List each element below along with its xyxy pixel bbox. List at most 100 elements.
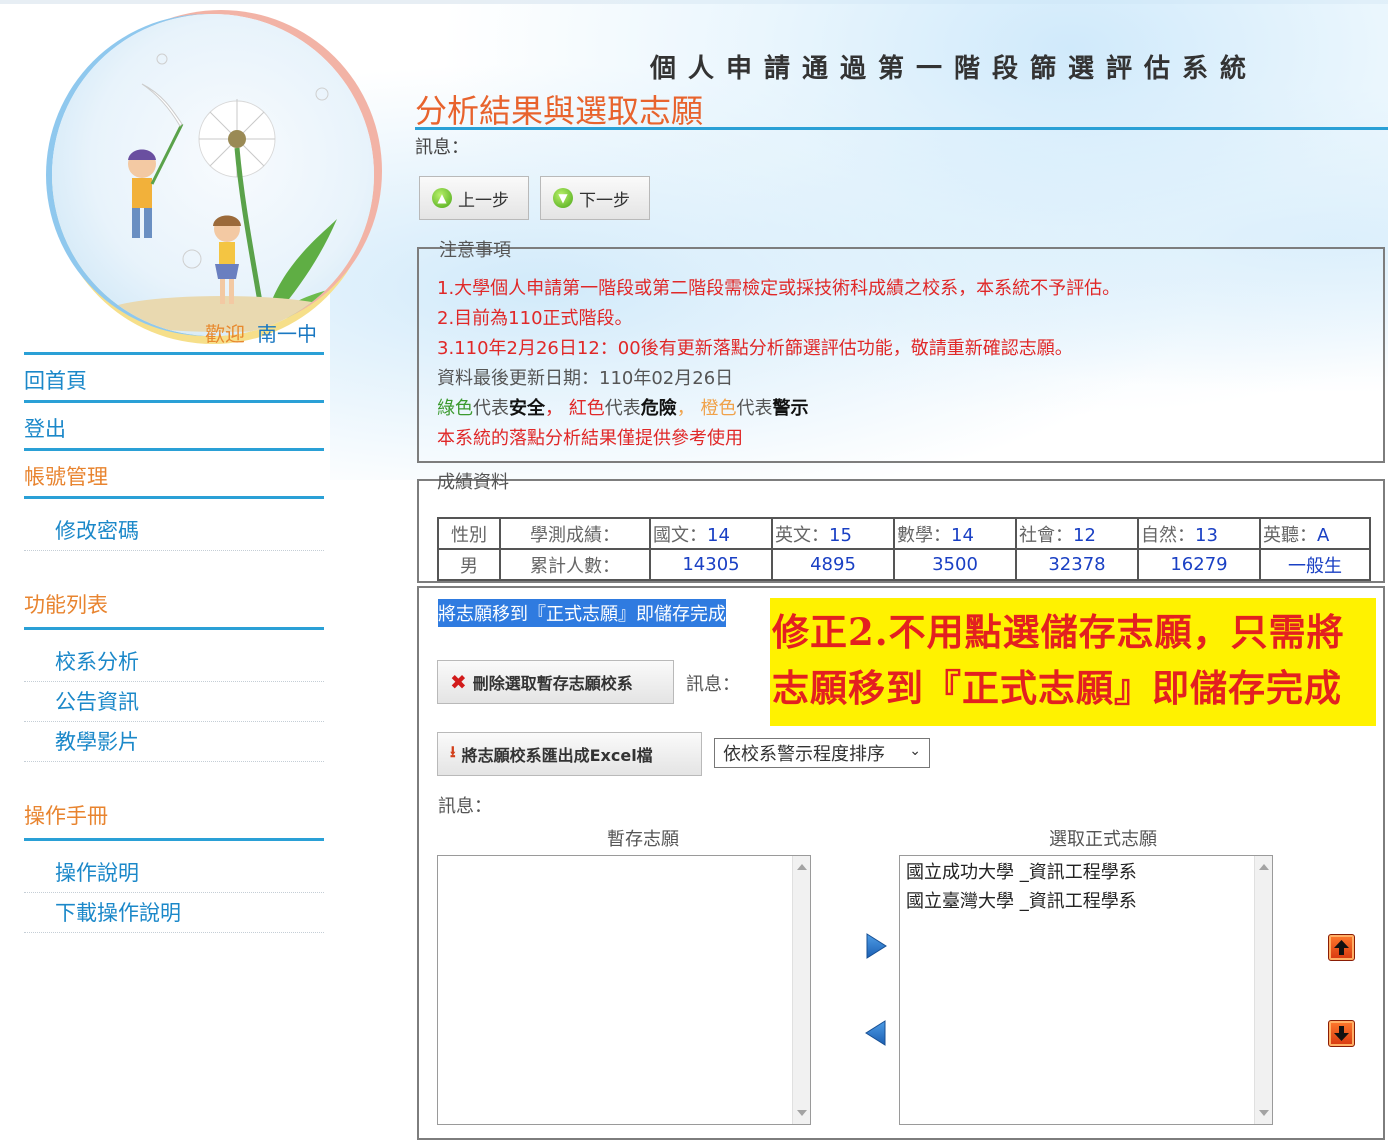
gender-value: 男 [437,548,501,581]
score-table: 性別 學測成績： 國文：14 英文：15 數學：14 社會：12 自然：13 英… [437,517,1371,581]
legend-sep: ， [676,398,695,419]
final-wish-listbox[interactable]: 國立成功大學 _資訊工程學系 國立臺灣大學 _資訊工程學系 [899,855,1273,1125]
social-label: 社會： [1019,524,1073,546]
math-label: 數學： [897,524,951,546]
legend-green: 綠色 [437,398,473,419]
selected-hint-text: 將志願移到『正式志願』即儲存完成 [438,599,726,627]
list-item[interactable]: 國立臺灣大學 _資訊工程學系 [900,887,1272,916]
social-cumulative: 32378 [1015,548,1139,581]
nav-instructions[interactable]: 操作說明 [24,853,324,893]
nav-logout[interactable]: 登出 [24,400,324,448]
scores-panel: 成績資料 性別 學測成績： 國文：14 英文：15 數學：14 社會：12 自然… [417,472,1385,583]
english-cumulative: 4895 [771,548,895,581]
science-score-cell: 自然：13 [1137,517,1261,550]
table-row: 男 累計人數： 14305 4895 3500 32378 16279 一般生 [437,548,1371,581]
nav-announcements[interactable]: 公告資訊 [24,682,324,722]
system-title: 個人申請通過第一階段篩選評估系統 [650,54,1259,84]
temp-wish-listbox[interactable] [437,855,811,1125]
scores-legend: 成績資料 [437,472,509,493]
note-line-3: 3.110年2月26日12：00後有更新落點分析篩選評估功能，敬請重新確認志願。 [437,338,1073,359]
social-score: 12 [1073,524,1096,546]
note-line-1: 1.大學個人申請第一階段或第二階段需檢定或採技術科成績之校系，本系統不予評估。 [437,278,1121,299]
prev-step-label: 上一步 [458,190,509,211]
nav-videos[interactable]: 教學影片 [24,722,324,762]
scrollbar[interactable] [1254,856,1272,1124]
temp-list-label: 暫存志願 [607,829,679,850]
list-item[interactable]: 國立成功大學 _資訊工程學系 [900,858,1272,887]
delete-x-icon: ✖ [450,670,467,694]
listening-score-cell: 英聽：A [1259,517,1371,550]
welcome-prefix: 歡迎 [205,322,245,346]
note-line-2: 2.目前為110正式階段。 [437,308,633,329]
scroll-down-icon[interactable] [1259,1110,1269,1116]
listening-score: A [1317,524,1330,546]
nav-manual-header: 操作手冊 [24,804,108,828]
download-icon: ⭳ [450,741,456,761]
message-label: 訊息： [415,137,469,158]
math-score-cell: 數學：14 [893,517,1017,550]
nav-gap [24,762,324,790]
math-cumulative: 3500 [893,548,1017,581]
scroll-up-icon[interactable] [797,864,807,870]
title-divider [415,127,1388,130]
page-title: 分析結果與選取志願 [415,92,704,130]
legend-sep: ， [545,398,563,419]
english-score-cell: 英文：15 [771,517,895,550]
table-row: 性別 學測成績： 國文：14 英文：15 數學：14 社會：12 自然：13 英… [437,517,1371,550]
legend-red: 紅色 [568,398,605,419]
science-cumulative: 16279 [1137,548,1261,581]
cumulative-label: 累計人數： [499,548,651,581]
arrow-up-icon [1334,940,1349,955]
note-disclaimer: 本系統的落點分析結果僅提供參考使用 [437,428,743,449]
math-score: 14 [951,524,974,546]
prev-step-button[interactable]: ▲ 上一步 [419,176,529,220]
listening-label: 英聽： [1263,524,1317,546]
notice-line-2: 志願移到『正式志願』即儲存完成 [772,666,1342,710]
social-score-cell: 社會：12 [1015,517,1139,550]
english-score: 15 [829,524,852,546]
notes-panel: 注意事項 1.大學個人申請第一階段或第二階段需檢定或採技術科成績之校系，本系統不… [417,240,1385,463]
chinese-cumulative: 14305 [649,548,773,581]
chevron-down-icon: ⌄ [909,743,921,759]
move-right-icon[interactable] [864,932,888,960]
next-step-button[interactable]: ▼ 下一步 [540,176,650,220]
scrollbar[interactable] [792,856,810,1124]
legend-orange-word: 警示 [772,398,809,419]
legend-orange: 橙色 [700,398,737,419]
sort-order-value: 依校系警示程度排序 [723,744,885,765]
next-step-label: 下一步 [579,190,630,211]
exam-label: 學測成績： [499,517,651,550]
scroll-down-icon[interactable] [797,1110,807,1116]
export-button-label: 將志願校系匯出成Excel檔 [461,746,653,765]
nav-divider [24,627,324,642]
note-color-legend: 綠色代表安全， 紅色代表危險， 橙色代表警示 [437,394,808,420]
nav-account-header: 帳號管理 [24,448,324,496]
nav-change-password[interactable]: 修改密碼 [24,511,324,551]
move-up-button[interactable] [1328,934,1355,961]
export-excel-button[interactable]: ⭳ 將志願校系匯出成Excel檔 [437,732,702,776]
nav-dept-analysis[interactable]: 校系分析 [24,642,324,682]
chinese-score: 14 [707,524,730,546]
delete-temp-wish-button[interactable]: ✖ 刪除選取暫存志願校系 [437,660,674,704]
scroll-up-icon[interactable] [1259,864,1269,870]
english-label: 英文： [775,524,829,546]
nav-gap [24,551,324,579]
correction-notice: 修正2.不用點選儲存志願，只需將 志願移到『正式志願』即儲存完成 [770,598,1376,726]
move-down-button[interactable] [1328,1020,1355,1047]
gender-label: 性別 [437,517,501,550]
legend-green-txt: 代表 [473,398,509,419]
logo-illustration [52,14,374,336]
sort-order-select[interactable]: 依校系警示程度排序 ⌄ [714,738,930,768]
nav-download-instructions[interactable]: 下載操作說明 [24,893,324,933]
nav-divider [24,838,324,853]
legend-red-word: 危險 [640,398,677,419]
delete-button-label: 刪除選取暫存志願校系 [472,674,633,693]
listening-category: 一般生 [1259,548,1371,581]
legend-orange-txt: 代表 [736,398,773,419]
final-list-label: 選取正式志願 [1049,829,1157,850]
move-left-icon[interactable] [864,1019,888,1047]
chinese-score-cell: 國文：14 [649,517,773,550]
nav-home[interactable]: 回首頁 [24,352,324,400]
science-score: 13 [1195,524,1218,546]
welcome-school: 南一中 [257,322,317,346]
